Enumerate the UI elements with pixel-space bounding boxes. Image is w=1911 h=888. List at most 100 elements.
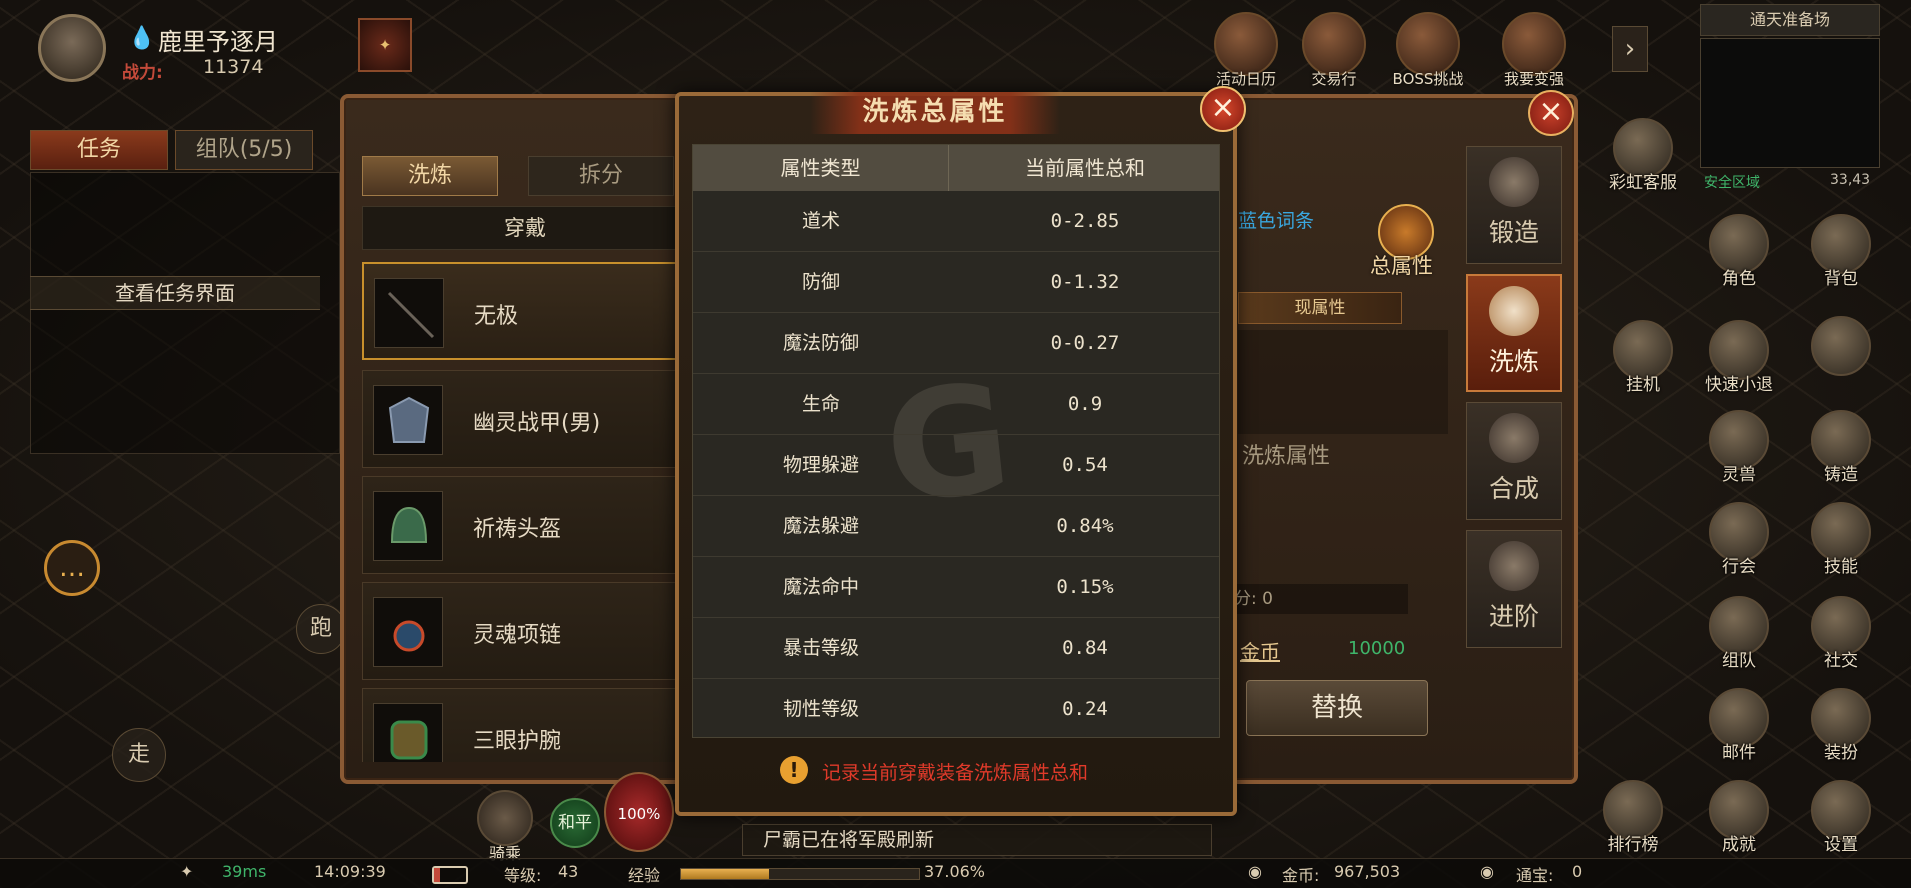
table-row: 物理躲避 0.54	[693, 435, 1219, 496]
ingot-amount: 0	[1572, 862, 1583, 881]
tab-compose[interactable]: 合成	[1466, 402, 1562, 520]
ingot-icon: ◉	[1480, 862, 1494, 881]
craft-label: 铸造	[1824, 465, 1858, 485]
trade-button[interactable]: 交易行	[1294, 12, 1374, 89]
map-coordinates: 33,43	[1830, 172, 1871, 188]
collapse-menu-button[interactable]	[1802, 316, 1880, 376]
ranking-label: 排行榜	[1607, 835, 1659, 855]
afk-label: 挂机	[1626, 375, 1660, 395]
dress-button[interactable]: 装扮	[1802, 688, 1880, 763]
customer-service-label: 彩虹客服	[1609, 173, 1677, 193]
walk-button[interactable]: 走	[112, 728, 166, 782]
list-item[interactable]: 幽灵战甲(男)	[362, 370, 682, 468]
table-row: 魔法防御 0-0.27	[693, 313, 1219, 374]
item-name: 灵魂项链	[473, 623, 562, 648]
header-attribute-type: 属性类型	[693, 145, 949, 191]
news-ticker: 尸霸已在将军殿刷新	[742, 824, 1212, 856]
boss-challenge-button[interactable]: BOSS挑战	[1388, 12, 1468, 89]
team-button[interactable]: 组队	[1700, 596, 1778, 671]
attribute-type: 道术	[801, 210, 840, 232]
strengthen-label: 我要变强	[1503, 70, 1564, 88]
afk-button[interactable]: 挂机	[1604, 320, 1682, 395]
compose-icon	[1489, 413, 1539, 463]
gold-cost-value: 10000	[1348, 638, 1406, 659]
attribute-type: 韧性等级	[782, 698, 859, 720]
power-value: 11374	[203, 56, 264, 78]
tab-smelt-side[interactable]: 洗炼	[1466, 274, 1562, 392]
guild-button[interactable]: 行会	[1700, 502, 1778, 577]
item-name: 幽灵战甲(男)	[473, 411, 601, 436]
achievement-button[interactable]: 成就	[1700, 780, 1778, 855]
current-attributes-banner: 现属性	[1238, 292, 1402, 324]
mail-button[interactable]: 邮件	[1700, 688, 1778, 763]
gold-amount: 967,503	[1334, 862, 1401, 881]
tab-forge[interactable]: 锻造	[1466, 146, 1562, 264]
settings-label: 设置	[1824, 835, 1858, 855]
tab-advance-label: 进阶	[1488, 602, 1539, 631]
guild-label: 行会	[1722, 557, 1756, 577]
equipment-list: 无极 幽灵战甲(男) 祈祷头盔 灵魂项链 三眼护腕	[362, 258, 682, 762]
helmet-icon	[373, 491, 443, 561]
ping-readout: 39ms	[222, 862, 267, 881]
bag-button[interactable]: 背包	[1802, 214, 1880, 289]
gold-cost-label[interactable]: 金币	[1240, 636, 1280, 665]
strengthen-button[interactable]: 我要变强	[1494, 12, 1574, 89]
spirit-beast-button[interactable]: 灵兽	[1700, 410, 1778, 485]
activity-calendar-button[interactable]: 活动日历	[1206, 12, 1286, 89]
skill-button[interactable]: 技能	[1802, 502, 1880, 577]
battery-icon	[432, 866, 468, 884]
necklace-icon	[373, 597, 443, 667]
list-item[interactable]: 灵魂项链	[362, 582, 682, 680]
tab-compose-label: 合成	[1488, 474, 1539, 503]
close-icon[interactable]: ×	[1200, 86, 1246, 132]
header-current-total: 当前属性总和	[1025, 156, 1145, 180]
ingot-label: 通宝:	[1516, 866, 1554, 885]
tab-team[interactable]: 组队(5/5)	[175, 130, 313, 170]
table-row: 魔法躲避 0.84%	[693, 496, 1219, 557]
tab-tasks[interactable]: 任务	[30, 130, 168, 170]
advance-icon	[1489, 541, 1539, 591]
ranking-button[interactable]: 排行榜	[1594, 780, 1672, 855]
chat-icon[interactable]: …	[44, 540, 100, 596]
tab-smelt[interactable]: 洗炼	[362, 156, 498, 196]
smelt-attributes-label: 洗炼属性	[1242, 444, 1331, 469]
player-avatar[interactable]	[38, 14, 106, 82]
replace-button[interactable]: 替换	[1246, 680, 1428, 736]
attribute-type: 魔法防御	[782, 332, 859, 354]
tab-advance[interactable]: 进阶	[1466, 530, 1562, 648]
peace-mode-button[interactable]: 和平	[550, 798, 600, 848]
minimap[interactable]	[1700, 38, 1880, 168]
settings-button[interactable]: 设置	[1802, 780, 1880, 855]
social-button[interactable]: 社交	[1802, 596, 1880, 671]
craft-button[interactable]: 铸造	[1802, 410, 1880, 485]
wear-dropdown[interactable]: 穿戴	[362, 206, 688, 250]
list-item[interactable]: 三眼护腕	[362, 688, 682, 762]
expand-arrow-button[interactable]: ›	[1612, 26, 1648, 72]
buff-icon[interactable]: ✦	[358, 18, 412, 72]
tab-split[interactable]: 拆分	[528, 156, 674, 196]
mail-label: 邮件	[1722, 743, 1756, 763]
close-icon[interactable]: ×	[1528, 90, 1574, 136]
attribute-type: 暴击等级	[782, 637, 859, 659]
strengthen-icon	[1502, 12, 1566, 76]
trade-icon	[1302, 12, 1366, 76]
item-name: 三眼护腕	[473, 729, 562, 754]
table-row: 韧性等级 0.24	[693, 679, 1219, 737]
mount-button[interactable]: 骑乘	[470, 790, 540, 864]
warning-icon: !	[780, 756, 808, 784]
water-drop-icon: 💧	[128, 26, 156, 51]
run-button[interactable]: 跑	[296, 604, 346, 654]
skill-label: 技能	[1824, 557, 1858, 577]
attribute-total: 0.84%	[1056, 515, 1114, 537]
boss-icon	[1396, 12, 1460, 76]
total-attributes-label[interactable]: 总属性	[1370, 250, 1433, 280]
role-button[interactable]: 角色	[1700, 214, 1778, 289]
view-tasks-button[interactable]: 查看任务界面	[30, 276, 320, 310]
dialog-note: 记录当前穿戴装备洗炼属性总和	[822, 762, 1089, 784]
achievement-label: 成就	[1722, 835, 1756, 855]
list-item[interactable]: 无极	[362, 262, 682, 360]
customer-service-button[interactable]: 彩虹客服	[1604, 118, 1682, 193]
points-readout: 分: 0	[1230, 584, 1408, 614]
list-item[interactable]: 祈祷头盔	[362, 476, 682, 574]
quick-exit-button[interactable]: 快速小退	[1700, 320, 1778, 395]
